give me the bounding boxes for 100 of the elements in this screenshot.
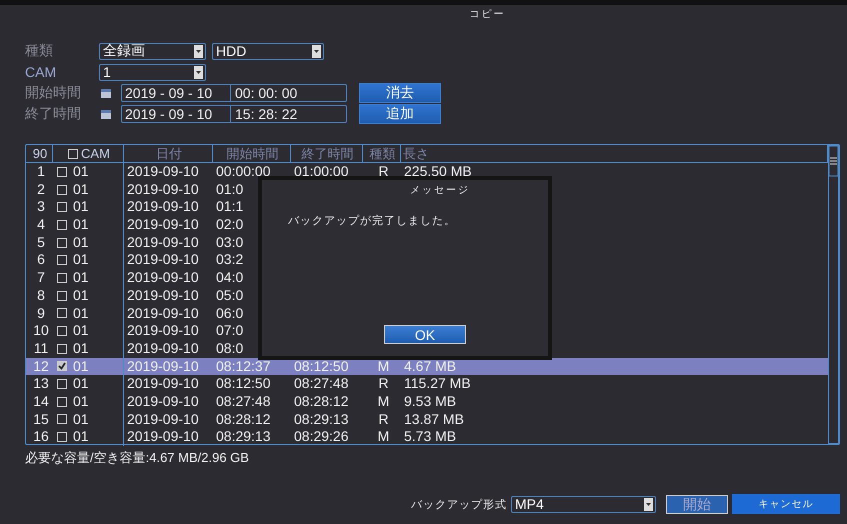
- table-cell-text: 2019-09-10: [126, 286, 200, 305]
- select-all-checkbox[interactable]: [68, 148, 78, 158]
- table-cell-text: 08:12:37: [215, 358, 272, 376]
- table-row[interactable]: 14 01 2019-09-10 08:27:48 08:28:12 M 9.53 MB: [26, 392, 828, 411]
- table-cell-text: 2019-09-10: [126, 304, 200, 322]
- table-row[interactable]: 6 01 2019-09-10 03:2: [26, 251, 828, 270]
- table-cell-text: 06:0: [215, 304, 244, 322]
- table-cell-text: 01: [72, 286, 89, 305]
- table-cell-text: 01: [72, 358, 89, 376]
- table-row[interactable]: 7 01 2019-09-10 04:0: [26, 269, 828, 287]
- table-row[interactable]: 8 01 2019-09-10 05:0: [26, 286, 828, 304]
- row-number: 14: [32, 392, 50, 411]
- column-header: 種類: [370, 145, 396, 162]
- table-cell-text: 04:0: [215, 269, 244, 287]
- table-cell-text: 2019-09-10: [126, 375, 200, 393]
- table-row[interactable]: 13 01 2019-09-10 08:12:50 08:27:48 R 115.27 MB: [26, 375, 828, 393]
- table-cell-text: 08:12:50: [215, 375, 272, 393]
- row-number: 10: [32, 322, 50, 340]
- table-cell-text: 13.87 MB: [403, 410, 465, 428]
- table-cell-text: 01: [72, 392, 89, 411]
- table-cell-text: 05:0: [215, 286, 244, 305]
- column-header: 終了時間: [302, 145, 354, 162]
- capacity-info: 必要な容量/空き容量:4.67 MB/2.96 GB: [25, 449, 250, 467]
- table-cell-text: 01: [72, 340, 89, 358]
- start-datetime-field[interactable]: 2019 - 09 - 10 00: 00: 00: [121, 84, 347, 102]
- table-cell-text: 225.50 MB: [403, 163, 473, 181]
- clear-button[interactable]: 消去: [359, 83, 441, 103]
- table-cell-text: 08:12:50: [293, 358, 350, 376]
- table-cell-text: 00:00:00: [215, 163, 272, 181]
- record-type-select[interactable]: 全録画: [99, 42, 206, 60]
- table-cell-text: 08:28:12: [215, 410, 272, 428]
- table-row[interactable]: 9 01 2019-09-10 06:0: [26, 304, 828, 322]
- end-time-label: 終了時間: [25, 105, 82, 123]
- table-cell-text: 08:29:13: [215, 428, 272, 446]
- table-cell-text: 01: [72, 269, 89, 287]
- ok-button[interactable]: OK: [384, 325, 466, 344]
- type-label: 種類: [25, 42, 54, 60]
- table-cell-text: 2019-09-10: [126, 198, 200, 216]
- row-number: 5: [36, 234, 46, 252]
- table-row[interactable]: 5 01 2019-09-10 03:0: [26, 234, 828, 252]
- cancel-button[interactable]: キャンセル: [732, 494, 840, 514]
- dialog-title: メッセージ: [410, 184, 470, 197]
- table-cell-text: 01: [72, 375, 89, 393]
- table-cell-text: M: [376, 392, 390, 411]
- window-title: コピー: [470, 8, 506, 21]
- table-cell-text: 08:28:12: [293, 392, 350, 411]
- end-datetime-field[interactable]: 2019 - 09 - 10 15: 28: 22: [121, 105, 347, 123]
- table-cell-text: 2019-09-10: [126, 428, 200, 446]
- row-number: 11: [32, 340, 50, 358]
- table-cell-text: 01: [72, 163, 89, 181]
- table-cell-text: 08:27:48: [215, 392, 272, 411]
- row-number: 6: [36, 251, 46, 270]
- device-select[interactable]: HDD: [212, 42, 324, 60]
- table-row[interactable]: 1 01 2019-09-10 00:00:00 01:00:00 R 225.50 MB: [26, 163, 828, 181]
- row-number: 9: [36, 304, 46, 322]
- table-cell-text: 01:0: [215, 180, 244, 198]
- add-button[interactable]: 追加: [359, 104, 441, 124]
- table-cell-text: 07:0: [215, 322, 244, 340]
- column-header: 90: [32, 145, 48, 162]
- table-cell-text: 01: [72, 322, 89, 340]
- table-cell-text: 01: [72, 251, 89, 270]
- cam-select[interactable]: 1: [99, 64, 206, 80]
- table-cell-text: 2019-09-10: [126, 216, 200, 234]
- row-number: 4: [36, 216, 46, 234]
- backup-format-select[interactable]: MP4: [511, 496, 656, 512]
- table-cell-text: M: [376, 428, 390, 446]
- table-row[interactable]: 16 01 2019-09-10 08:29:13 08:29:26 M 5.73 MB: [26, 428, 828, 446]
- table-cell-text: 01:00:00: [293, 163, 350, 181]
- row-number: 7: [36, 269, 46, 287]
- table-cell-text: 2019-09-10: [126, 392, 200, 411]
- table-cell-text: 2019-09-10: [126, 322, 200, 340]
- table-cell-text: R: [377, 163, 390, 181]
- column-header: CAM: [81, 145, 110, 162]
- table-cell-text: 9.53 MB: [403, 392, 458, 411]
- table-cell-text: 01: [72, 428, 89, 446]
- table-cell-text: 2019-09-10: [126, 340, 200, 358]
- column-header: 長さ: [403, 145, 429, 162]
- start-time-label: 開始時間: [25, 84, 82, 102]
- table-cell-text: 01: [72, 304, 89, 322]
- row-number: 2: [36, 180, 46, 198]
- table-cell-text: 5.73 MB: [403, 428, 458, 446]
- table-cell-text: 01: [72, 216, 89, 234]
- table-cell-text: 02:0: [215, 216, 244, 234]
- table-cell-text: 01: [72, 198, 89, 216]
- table-cell-text: M: [376, 358, 390, 376]
- table-cell-text: 2019-09-10: [126, 234, 200, 252]
- row-checkbox[interactable]: [57, 361, 67, 372]
- scrollbar[interactable]: [828, 145, 839, 444]
- column-header: 開始時間: [226, 145, 278, 162]
- table-cell-text: 03:2: [215, 251, 244, 270]
- table-cell-text: 2019-09-10: [126, 269, 200, 287]
- table-cell-text: 4.67 MB: [403, 358, 458, 376]
- table-cell-text: 01: [72, 180, 89, 198]
- table-cell-text: 03:0: [215, 234, 244, 252]
- row-number: 1: [36, 163, 46, 181]
- table-cell-text: 2019-09-10: [126, 358, 200, 376]
- table-cell-text: 08:27:48: [293, 375, 350, 393]
- table-cell-text: R: [377, 410, 390, 428]
- row-number: 13: [32, 375, 50, 393]
- table-row[interactable]: 15 01 2019-09-10 08:28:12 08:29:13 R 13.87 MB: [26, 410, 828, 428]
